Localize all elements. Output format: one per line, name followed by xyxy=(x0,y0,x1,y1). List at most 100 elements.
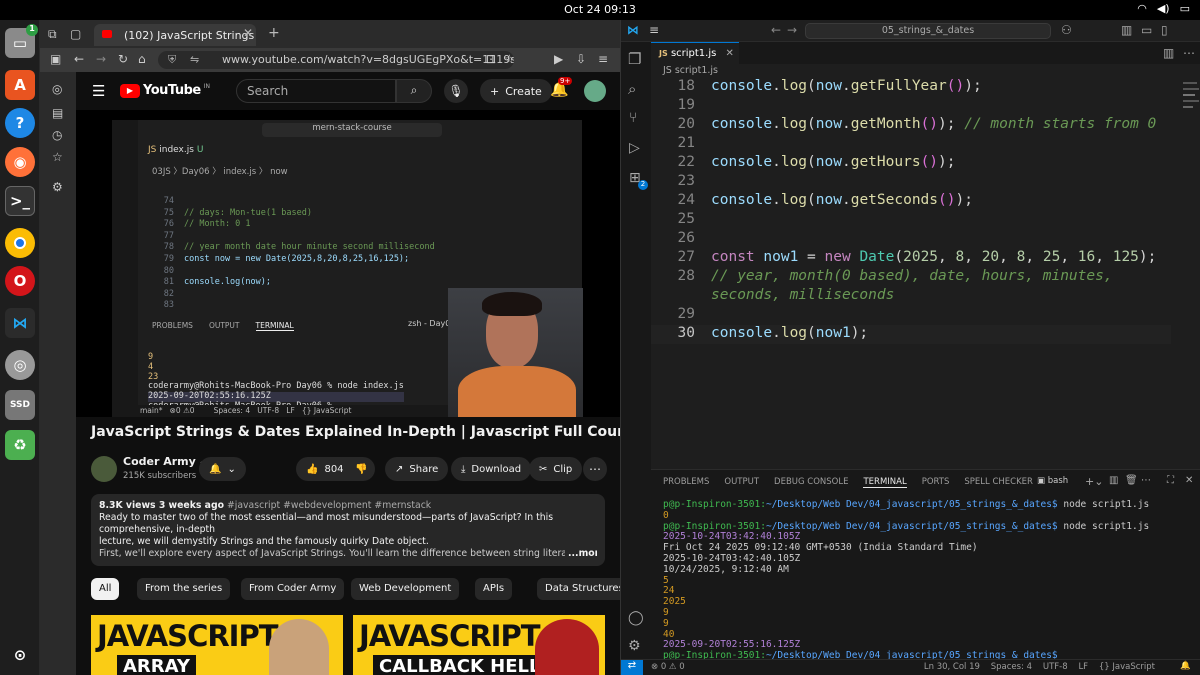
files-icon[interactable]: ▭ 1 xyxy=(5,24,38,58)
panel-tab-ports[interactable]: PORTS xyxy=(922,477,950,488)
tab-overview-icon[interactable]: ⧉ xyxy=(48,27,57,42)
panel-tab-output[interactable]: OUTPUT xyxy=(724,477,759,488)
app-center-icon[interactable]: A xyxy=(5,70,35,100)
download-icon[interactable]: ⇩ xyxy=(576,52,586,66)
code-line[interactable]: 21 xyxy=(651,135,1171,154)
command-center-search[interactable]: 05_strings_&_dates xyxy=(805,23,1051,39)
panel-tab-spell-checker[interactable]: SPELL CHECKER xyxy=(964,477,1033,488)
maximize-panel-icon[interactable]: ⛶ xyxy=(1167,475,1174,486)
minimap[interactable] xyxy=(1181,78,1200,138)
kill-terminal-icon[interactable]: 🗑 xyxy=(1125,475,1138,486)
vscode-icon[interactable]: ⋈ xyxy=(5,308,35,338)
system-tray[interactable]: ◠ ◀) ▭ xyxy=(1137,2,1190,15)
code-editor[interactable]: 18 console.log(now.getFullYear()); 19 20 con… xyxy=(651,78,1171,468)
bookmarks-icon[interactable]: ☆ xyxy=(52,150,63,164)
avatar[interactable] xyxy=(584,80,606,102)
more-actions-button[interactable]: ⋯ xyxy=(583,457,607,481)
ai-icon[interactable]: ◎ xyxy=(52,82,62,96)
run-debug-icon[interactable]: ▷ xyxy=(629,140,640,156)
split-terminal-icon[interactable]: ▥ xyxy=(1109,475,1118,486)
bookmark-icon[interactable]: ☆ xyxy=(504,52,515,66)
recommended-video-thumbnail[interactable]: JAVASCRIPT CALLBACK HELL xyxy=(353,615,605,675)
code-line[interactable]: 26 xyxy=(651,230,1171,249)
code-line[interactable]: 27 const now1 = new Date(2025, 8, 20, 8, … xyxy=(651,249,1171,268)
tab-menu-icon[interactable]: ▢ xyxy=(70,27,81,41)
player-icon[interactable]: ▶ xyxy=(554,52,563,66)
manage-gear-icon[interactable]: ⚙ xyxy=(628,638,641,654)
url-field[interactable]: ⛨ ⇋ www.youtube.com/watch?v=8dgsUGEgPXo&… xyxy=(158,51,514,69)
firefox-icon[interactable]: ◉ xyxy=(5,147,35,177)
forward-icon[interactable]: → xyxy=(787,23,797,37)
code-line[interactable]: 28 // year, month(0 based), date, hours, … xyxy=(651,268,1171,287)
code-line[interactable]: 18 console.log(now.getFullYear()); xyxy=(651,78,1171,97)
show-apps-icon[interactable]: ⊙ xyxy=(5,640,35,670)
code-line[interactable]: 20 console.log(now.getMonth()); // month … xyxy=(651,116,1171,135)
code-line[interactable]: 22 console.log(now.getHours()); xyxy=(651,154,1171,173)
browser-tab-youtube[interactable]: (102) JavaScript Strings xyxy=(94,24,256,46)
close-tab-icon[interactable]: ✕ xyxy=(726,48,734,59)
chrome-icon[interactable] xyxy=(5,228,35,258)
sidebar-toggle-icon[interactable]: ▯ xyxy=(1161,23,1168,37)
help-icon[interactable]: ? xyxy=(5,108,35,138)
hamburger-menu-icon[interactable]: ☰ xyxy=(92,82,105,100)
youtube-logo[interactable]: ▶ YouTube IN xyxy=(120,83,210,98)
recommended-video-thumbnail[interactable]: JAVASCRIPT ARRAY xyxy=(91,615,343,675)
more-icon[interactable]: ⋯ xyxy=(1141,475,1151,486)
ssd-drive-icon[interactable]: SSD xyxy=(5,390,35,420)
panel-tab-terminal[interactable]: TERMINAL xyxy=(863,477,907,488)
site-settings-icon[interactable]: ⇋ xyxy=(190,53,199,66)
chip-web-development[interactable]: Web Development xyxy=(351,578,460,600)
menu-icon[interactable]: ≡ xyxy=(598,52,608,66)
code-line[interactable]: 25 xyxy=(651,211,1171,230)
description-box[interactable]: 8.3K views 3 weeks ago #javascript #webd… xyxy=(91,494,605,566)
disk-icon[interactable]: ◎ xyxy=(5,350,35,380)
copilot-icon[interactable]: ⚇ xyxy=(1061,23,1072,37)
subscribe-bell-button[interactable]: 🔔 ⌄ xyxy=(199,457,246,481)
panel-tab-debug-console[interactable]: DEBUG CONSOLE xyxy=(774,477,848,488)
chip-all[interactable]: All xyxy=(91,578,120,600)
more-icon[interactable]: ⋯ xyxy=(1183,46,1195,60)
system-clock[interactable]: Oct 24 09:13 xyxy=(0,3,1200,16)
wallet-icon[interactable]: ▤ xyxy=(52,106,63,120)
back-icon[interactable]: ← xyxy=(771,23,781,37)
code-line[interactable]: 24 console.log(now.getSeconds()); xyxy=(651,192,1171,211)
panel-tab-problems[interactable]: PROBLEMS xyxy=(663,477,709,488)
channel-avatar[interactable] xyxy=(91,456,117,482)
chip-from-coder-army[interactable]: From Coder Army xyxy=(241,578,345,600)
hashtags[interactable]: #javascript #webdevelopment #mernstack xyxy=(227,500,431,511)
settings-gear-icon[interactable]: ⚙ xyxy=(52,180,63,194)
close-panel-icon[interactable]: ✕ xyxy=(1185,475,1193,486)
terminal-shell-selector[interactable]: ▣ bash xyxy=(1037,476,1068,486)
voice-search-button[interactable]: 🎙 xyxy=(444,79,468,103)
search-button[interactable]: ⌕ xyxy=(396,79,432,103)
explorer-icon[interactable]: ❐ xyxy=(628,50,641,68)
chip-from-the-series[interactable]: From the series xyxy=(137,578,231,600)
search-input[interactable]: Search xyxy=(236,79,396,103)
breadcrumb[interactable]: JS script1.js xyxy=(663,65,718,76)
share-button[interactable]: ↗ Share xyxy=(385,457,449,481)
remote-indicator-icon[interactable]: ⇄ xyxy=(621,660,643,675)
video-player[interactable]: mern-stack-course JS index.js U 03JS 〉Da… xyxy=(76,110,620,417)
code-line[interactable]: seconds, milliseconds xyxy=(651,287,1171,306)
layout-icon[interactable]: ▥ xyxy=(1121,23,1132,37)
editor-status[interactable]: Ln 30, Col 19 Spaces: 4 UTF-8 LF {} Java… xyxy=(924,662,1155,672)
like-button[interactable]: 👍 804 xyxy=(296,457,352,481)
tab-script1-js[interactable]: JS script1.js ✕ xyxy=(651,42,739,64)
problems-status[interactable]: ⊗ 0 ⚠ 0 xyxy=(651,662,685,672)
sidebar-toggle-icon[interactable]: ▣ xyxy=(50,52,61,66)
code-line[interactable]: 30 console.log(now1); xyxy=(651,325,1171,344)
trash-icon[interactable]: ♻ xyxy=(5,430,35,460)
channel-name[interactable]: Coder Army ✔ xyxy=(123,455,207,468)
search-icon[interactable]: ⌕ xyxy=(628,80,636,98)
split-editor-icon[interactable]: ▥ xyxy=(1163,46,1174,60)
forward-icon[interactable]: → xyxy=(96,52,106,66)
history-icon[interactable]: ◷ xyxy=(52,128,62,142)
opera-icon[interactable]: O xyxy=(5,266,35,296)
code-line[interactable]: 29 xyxy=(651,306,1171,325)
menu-icon[interactable]: ≡ xyxy=(649,23,659,37)
reload-icon[interactable]: ↻ xyxy=(118,52,128,66)
screenshot-icon[interactable]: ⊡ xyxy=(486,52,496,66)
source-control-icon[interactable]: ⑂ xyxy=(629,110,637,126)
new-tab-icon[interactable]: + xyxy=(268,25,280,41)
notifications-icon[interactable]: 🔔 xyxy=(1180,661,1191,671)
